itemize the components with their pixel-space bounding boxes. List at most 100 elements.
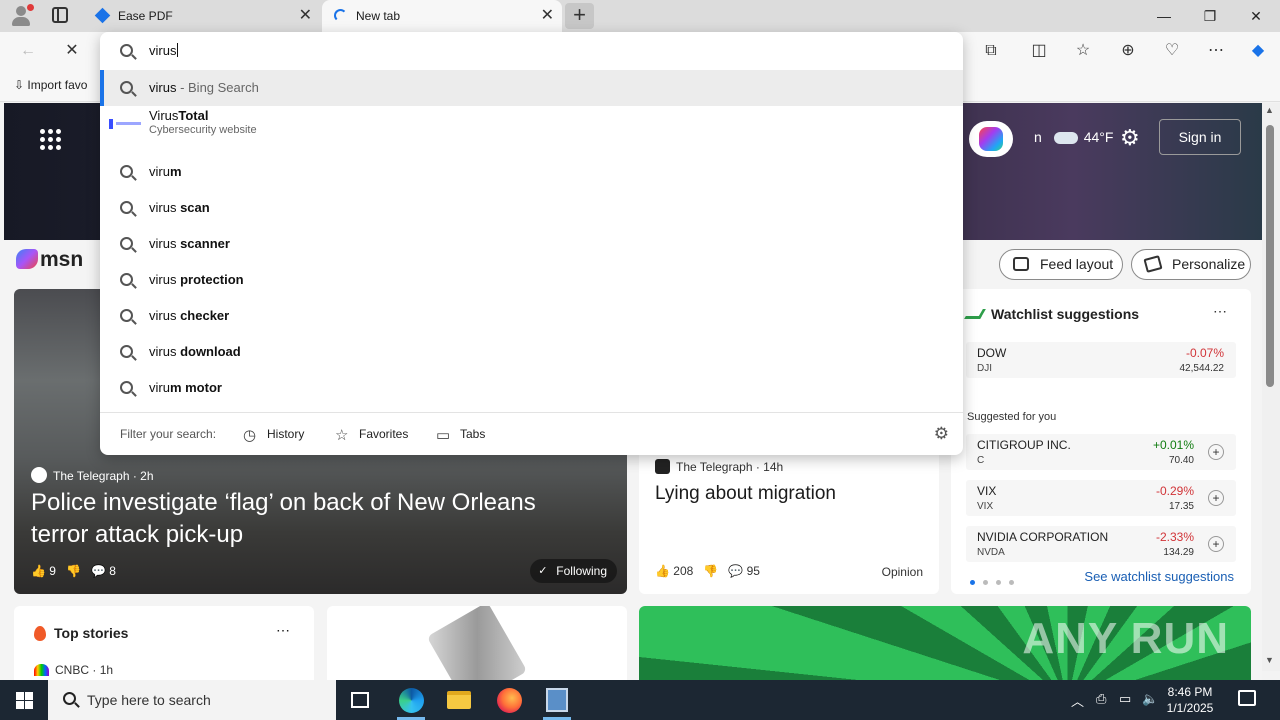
taskbar-tool-app[interactable]: [533, 680, 581, 720]
search-icon: [120, 381, 133, 394]
source-name: CNBC: [55, 663, 90, 677]
search-filter-bar: Filter your search: ◷ History ☆ Favorites …: [100, 412, 963, 455]
stock-change: -0.07%: [1185, 346, 1224, 360]
comment-icon[interactable]: 💬: [728, 564, 743, 578]
suggestion-bing-search[interactable]: virus - Bing Search: [100, 70, 963, 106]
msn-butterfly-icon: [16, 249, 38, 269]
telegraph-logo-icon: [31, 467, 47, 483]
suggestion-item[interactable]: virus scan: [100, 190, 963, 226]
suggestion-item[interactable]: virus scanner: [100, 226, 963, 262]
taskbar-firefox-app[interactable]: [485, 680, 533, 720]
like-count: 208: [673, 564, 694, 578]
taskbar-search-box[interactable]: Type here to search: [48, 680, 336, 720]
search-icon: [120, 345, 133, 358]
profile-avatar-icon[interactable]: [8, 4, 34, 28]
story-source[interactable]: CNBC · 1h: [34, 663, 113, 677]
task-view-icon[interactable]: [351, 692, 369, 708]
stock-ticker: VIX: [977, 501, 994, 512]
split-screen-icon[interactable]: ◫: [1027, 40, 1051, 62]
sign-in-button[interactable]: Sign in: [1159, 119, 1241, 155]
add-to-watchlist-icon[interactable]: +: [1208, 536, 1224, 552]
stock-row[interactable]: CITIGROUP INC. C +0.01% 70.40 +: [966, 434, 1236, 470]
weather-widget[interactable]: n 44°F: [1034, 129, 1113, 145]
browser-essentials-icon[interactable]: ♡: [1160, 40, 1184, 62]
network-icon[interactable]: ▭: [1119, 691, 1131, 707]
tab-actions-icon[interactable]: [52, 7, 68, 23]
tray-chevron-up-icon[interactable]: ︿: [1071, 691, 1084, 710]
filter-history-button[interactable]: ◷ History: [243, 427, 304, 444]
address-bar[interactable]: virus: [100, 32, 963, 70]
more-menu-icon[interactable]: ⋯: [1204, 40, 1228, 62]
stock-row[interactable]: VIX VIX -0.29% 17.35 +: [966, 480, 1236, 516]
settings-gear-icon[interactable]: ⚙: [1120, 125, 1140, 151]
comment-icon[interactable]: 💬: [91, 564, 106, 578]
suggestion-item[interactable]: virus download: [100, 334, 963, 370]
tab-new-tab[interactable]: New tab ✕: [322, 0, 562, 32]
add-to-watchlist-icon[interactable]: +: [1208, 444, 1224, 460]
search-settings-gear-icon[interactable]: ⚙: [934, 424, 949, 444]
new-tab-button[interactable]: +: [565, 3, 594, 29]
scrollbar-thumb[interactable]: [1266, 125, 1274, 387]
copilot-badge-icon[interactable]: [969, 121, 1013, 157]
suggestion-item[interactable]: virum: [100, 154, 963, 190]
notification-center-icon[interactable]: [1238, 690, 1256, 706]
tray-device-icon[interactable]: ⎙: [1096, 691, 1106, 707]
page-scrollbar[interactable]: ▲ ▼: [1262, 103, 1280, 671]
story-headline[interactable]: Police investigate ‘flag’ on back of New…: [31, 487, 591, 551]
story-headline[interactable]: Lying about migration: [655, 481, 925, 507]
back-arrow-icon[interactable]: ←: [16, 40, 40, 62]
like-count: 9: [49, 564, 56, 578]
dislike-icon[interactable]: 👎: [703, 564, 718, 578]
taskbar-clock[interactable]: 8:46 PM 1/1/2025: [1155, 684, 1225, 716]
text-caret: [177, 43, 179, 57]
address-input[interactable]: virus: [149, 43, 849, 58]
stop-loading-icon[interactable]: ✕: [60, 40, 84, 62]
taskbar-edge-app[interactable]: [387, 680, 435, 720]
more-options-icon[interactable]: ⋯: [276, 622, 290, 639]
close-tab-icon[interactable]: ✕: [299, 0, 312, 32]
personalize-button[interactable]: Personalize: [1131, 249, 1251, 280]
story-reactions: 👍 9 👎 💬 8: [31, 564, 116, 578]
suggestion-virustotal[interactable]: VirusTotal Cybersecurity website: [100, 106, 963, 142]
minimize-button[interactable]: —: [1141, 0, 1187, 32]
dislike-icon[interactable]: 👎: [66, 564, 81, 578]
feed-layout-button[interactable]: Feed layout: [999, 249, 1123, 280]
story-reactions: 👍 208 👎 💬 95: [655, 564, 760, 578]
more-options-icon[interactable]: ⋯: [1213, 303, 1227, 320]
add-to-watchlist-icon[interactable]: +: [1208, 490, 1224, 506]
like-icon[interactable]: 👍: [655, 564, 670, 578]
following-button[interactable]: Following: [530, 559, 617, 583]
scroll-down-icon[interactable]: ▼: [1265, 655, 1274, 665]
filter-favorites-button[interactable]: ☆ Favorites: [335, 427, 408, 444]
favorites-star-icon[interactable]: ☆: [1071, 40, 1095, 62]
stock-change: -0.29%: [1155, 484, 1194, 498]
stock-row[interactable]: NVIDIA CORPORATION NVDA -2.33% 134.29 +: [966, 526, 1236, 562]
comment-count: 8: [109, 564, 116, 578]
close-tab-icon[interactable]: ✕: [541, 0, 554, 32]
carousel-dots[interactable]: [970, 573, 1022, 588]
windows-start-icon[interactable]: [16, 692, 33, 709]
suggested-label: Suggested for you: [967, 411, 1057, 423]
scroll-up-icon[interactable]: ▲: [1265, 105, 1274, 115]
like-icon[interactable]: 👍: [31, 564, 46, 578]
tab-ease-pdf[interactable]: Ease PDF ✕: [84, 0, 320, 32]
search-icon: [63, 692, 76, 705]
see-watchlist-link[interactable]: See watchlist suggestions: [1084, 569, 1234, 584]
copilot-icon[interactable]: ◆: [1246, 40, 1270, 62]
watchlist-card: Watchlist suggestions ⋯ DOW DJI -0.07% 4…: [951, 289, 1251, 594]
collections-icon[interactable]: ⊕: [1116, 40, 1140, 62]
filter-tabs-button[interactable]: ▭ Tabs: [436, 427, 485, 444]
restore-button[interactable]: ❐: [1187, 0, 1233, 32]
suggestion-item[interactable]: virum motor: [100, 370, 963, 406]
suggestion-item[interactable]: virus checker: [100, 298, 963, 334]
close-window-button[interactable]: ✕: [1233, 0, 1279, 32]
import-favorites-button[interactable]: ⇩ Import favo: [14, 78, 87, 92]
extensions-icon[interactable]: ⧉: [979, 40, 1003, 62]
stock-row[interactable]: DOW DJI -0.07% 42,544.22: [966, 342, 1236, 378]
suggestion-item[interactable]: virus protection: [100, 262, 963, 298]
msn-logo[interactable]: msn: [16, 248, 83, 272]
apps-grid-icon[interactable]: [40, 129, 62, 151]
taskbar-file-explorer-app[interactable]: [435, 680, 483, 720]
product-story-card[interactable]: [327, 606, 627, 680]
video-story-card[interactable]: ANY RUN: [639, 606, 1251, 680]
